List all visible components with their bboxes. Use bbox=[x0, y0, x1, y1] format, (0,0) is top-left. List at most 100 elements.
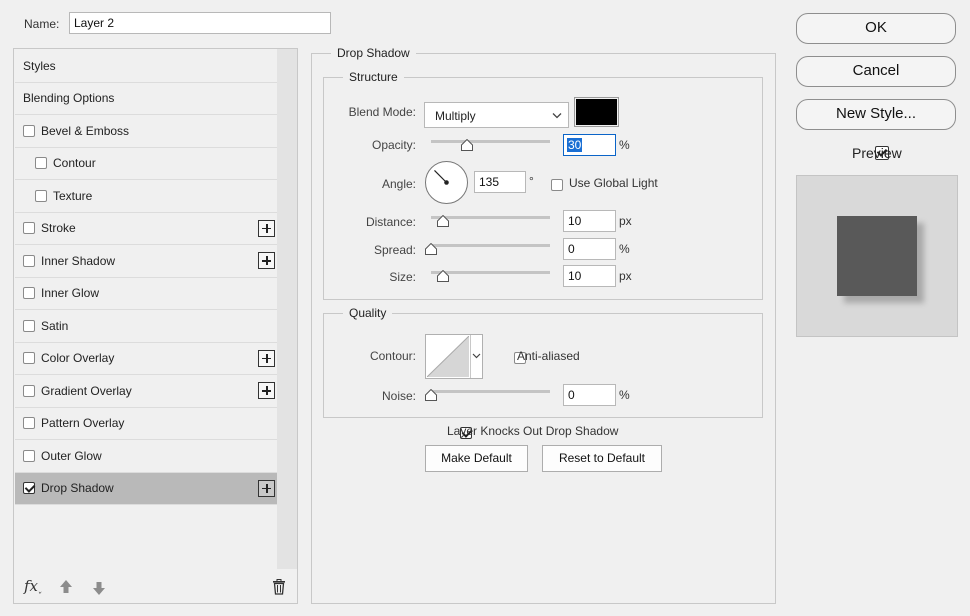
style-item-drop-shadow[interactable]: Drop Shadow bbox=[15, 472, 278, 505]
opacity-value: 30 bbox=[567, 138, 583, 152]
contour-preview-icon bbox=[427, 336, 469, 377]
spread-unit: % bbox=[619, 242, 630, 256]
style-item-pattern-overlay[interactable]: Pattern Overlay bbox=[15, 408, 278, 440]
style-item-texture[interactable]: Texture bbox=[15, 180, 278, 213]
opacity-slider-track bbox=[431, 140, 550, 143]
style-item-label: Blending Options bbox=[23, 91, 115, 106]
angle-input[interactable] bbox=[474, 171, 526, 193]
noise-slider-track bbox=[431, 390, 550, 393]
style-item-label: Color Overlay bbox=[41, 351, 115, 366]
style-item-label: Bevel & Emboss bbox=[41, 123, 130, 138]
style-item-label: Inner Shadow bbox=[41, 253, 116, 268]
style-item-label: Stroke bbox=[41, 221, 76, 236]
add-effect-icon[interactable] bbox=[258, 349, 275, 367]
opacity-slider[interactable] bbox=[431, 137, 550, 151]
blend-mode-select[interactable]: Multiply bbox=[424, 102, 569, 128]
style-item-inner-glow[interactable]: Inner Glow bbox=[15, 278, 278, 310]
drop-shadow-title: Drop Shadow bbox=[331, 46, 416, 60]
styles-list-scrollbar[interactable] bbox=[277, 49, 297, 569]
size-slider-thumb[interactable] bbox=[436, 270, 449, 282]
ok-button[interactable]: OK bbox=[796, 13, 956, 44]
opacity-label: Opacity: bbox=[371, 138, 416, 152]
style-item-gradient-overlay[interactable]: Gradient Overlay bbox=[15, 375, 278, 408]
style-item-checkbox[interactable] bbox=[35, 189, 47, 202]
fx-icon[interactable]: fx˯ bbox=[24, 577, 43, 595]
style-item-inner-shadow[interactable]: Inner Shadow bbox=[15, 245, 278, 278]
arrow-down-icon[interactable] bbox=[92, 580, 106, 596]
make-default-button[interactable]: Make Default bbox=[425, 445, 528, 472]
styles-panel: Styles Blending Options Bevel & Emboss Cont… bbox=[13, 48, 298, 604]
layer-name-input[interactable] bbox=[69, 12, 331, 34]
style-item-label: Pattern Overlay bbox=[41, 416, 125, 431]
add-effect-icon[interactable] bbox=[258, 219, 275, 237]
style-item-satin[interactable]: Satin bbox=[15, 310, 278, 343]
style-item-label: Styles bbox=[23, 58, 56, 73]
size-unit: px bbox=[619, 269, 632, 283]
add-effect-icon[interactable] bbox=[258, 479, 275, 497]
style-item-outer-glow[interactable]: Outer Glow bbox=[15, 440, 278, 473]
spread-slider[interactable] bbox=[425, 241, 550, 255]
style-item-label: Outer Glow bbox=[41, 448, 102, 463]
style-item-checkbox[interactable] bbox=[23, 319, 35, 332]
style-item-blending-options[interactable]: Blending Options bbox=[15, 83, 278, 115]
distance-input[interactable] bbox=[563, 210, 616, 232]
reset-to-default-button[interactable]: Reset to Default bbox=[542, 445, 662, 472]
distance-slider[interactable] bbox=[431, 213, 550, 227]
style-item-label: Inner Glow bbox=[41, 286, 100, 301]
noise-label: Noise: bbox=[381, 389, 416, 403]
size-input[interactable] bbox=[563, 265, 616, 287]
opacity-input[interactable]: 30 bbox=[563, 134, 616, 156]
style-item-bevel-emboss[interactable]: Bevel & Emboss bbox=[15, 115, 278, 148]
spread-input[interactable] bbox=[563, 238, 616, 260]
size-label: Size: bbox=[389, 270, 416, 284]
spread-slider-thumb[interactable] bbox=[425, 243, 437, 255]
style-item-checkbox[interactable] bbox=[35, 157, 47, 170]
add-effect-icon[interactable] bbox=[258, 382, 275, 400]
style-item-checkbox[interactable] bbox=[23, 124, 35, 137]
style-item-checkbox[interactable] bbox=[23, 482, 35, 495]
arrow-up-icon[interactable] bbox=[59, 579, 73, 595]
style-item-checkbox[interactable] bbox=[23, 287, 35, 300]
opacity-slider-thumb[interactable] bbox=[460, 139, 473, 151]
contour-label: Contour: bbox=[369, 349, 416, 363]
angle-label: Angle: bbox=[381, 177, 416, 191]
style-item-checkbox[interactable] bbox=[23, 384, 35, 397]
style-item-contour[interactable]: Contour bbox=[15, 148, 278, 180]
new-style-button[interactable]: New Style... bbox=[796, 99, 956, 130]
style-item-label: Texture bbox=[53, 188, 93, 203]
trash-icon[interactable] bbox=[272, 579, 286, 595]
style-item-styles[interactable]: Styles bbox=[15, 50, 278, 83]
style-item-checkbox[interactable] bbox=[23, 254, 35, 267]
noise-input[interactable] bbox=[563, 384, 616, 406]
noise-unit: % bbox=[619, 388, 630, 402]
contour-picker[interactable] bbox=[425, 334, 483, 379]
contour-chevron-down-icon bbox=[472, 353, 481, 359]
chevron-down-icon bbox=[552, 113, 562, 119]
angle-unit: ° bbox=[529, 174, 534, 188]
style-item-checkbox[interactable] bbox=[23, 449, 35, 462]
style-item-label: Contour bbox=[53, 156, 96, 171]
preview-label: Preview bbox=[852, 145, 902, 161]
anti-aliased-label: Anti-aliased bbox=[517, 349, 580, 363]
use-global-light-checkbox[interactable] bbox=[551, 179, 563, 191]
noise-slider-thumb[interactable] bbox=[425, 389, 437, 401]
add-effect-icon[interactable] bbox=[258, 252, 275, 270]
style-item-label: Drop Shadow bbox=[41, 481, 114, 496]
blend-mode-value: Multiply bbox=[435, 109, 476, 123]
shadow-color-swatch[interactable] bbox=[574, 97, 619, 127]
distance-slider-thumb[interactable] bbox=[436, 215, 449, 227]
fx-label: fx bbox=[24, 577, 39, 595]
distance-unit: px bbox=[619, 214, 632, 228]
style-item-checkbox[interactable] bbox=[23, 352, 35, 365]
blend-mode-label: Blend Mode: bbox=[348, 105, 416, 119]
noise-slider[interactable] bbox=[425, 387, 550, 401]
style-item-checkbox[interactable] bbox=[23, 222, 35, 235]
use-global-light-label: Use Global Light bbox=[569, 176, 658, 190]
style-item-stroke[interactable]: Stroke bbox=[15, 213, 278, 245]
cancel-button[interactable]: Cancel bbox=[796, 56, 956, 87]
angle-dial[interactable] bbox=[424, 160, 469, 205]
style-item-color-overlay[interactable]: Color Overlay bbox=[15, 343, 278, 375]
preview-square bbox=[837, 216, 917, 296]
style-item-checkbox[interactable] bbox=[23, 417, 35, 430]
size-slider[interactable] bbox=[431, 268, 550, 282]
